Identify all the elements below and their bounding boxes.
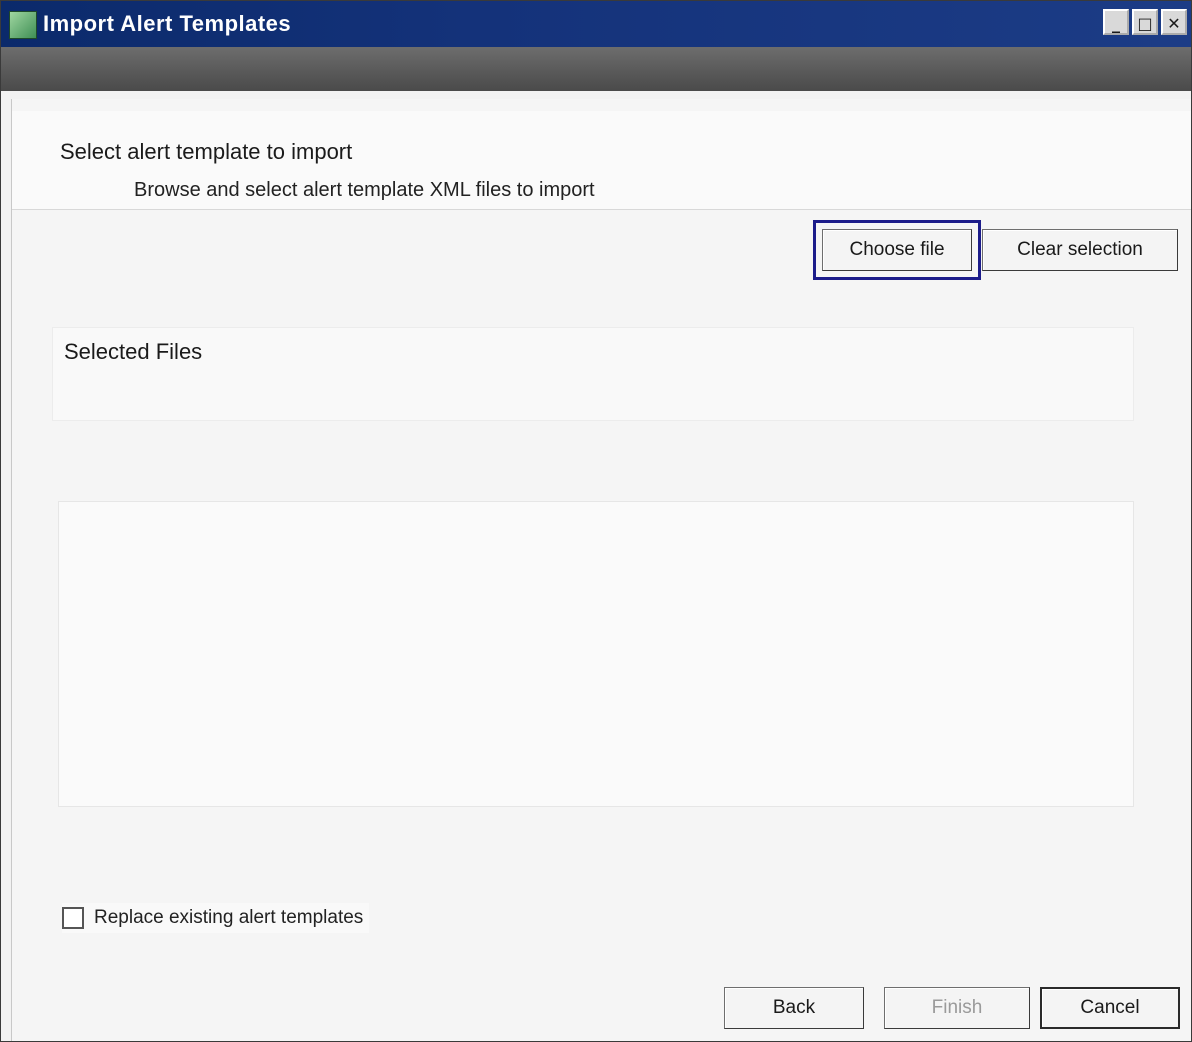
close-button[interactable]: ✕ — [1161, 9, 1187, 35]
title-bar: Import Alert Templates _ □ ✕ — [1, 1, 1191, 47]
replace-existing-checkbox[interactable] — [62, 907, 84, 929]
selected-files-panel — [52, 327, 1134, 421]
cancel-button[interactable]: Cancel — [1040, 987, 1180, 1029]
selected-files-label: Selected Files — [64, 339, 203, 364]
import-alert-templates-window: Import Alert Templates _ □ ✕ Select aler… — [0, 0, 1192, 1042]
replace-existing-label: Replace existing alert templates — [94, 907, 364, 928]
clear-selection-button[interactable]: Clear selection — [982, 229, 1178, 271]
selected-files-list[interactable] — [58, 501, 1134, 807]
window-title: Import Alert Templates — [43, 11, 292, 36]
maximize-button[interactable]: □ — [1132, 9, 1158, 35]
wizard-content: Select alert template to import Browse a… — [11, 99, 1191, 1041]
app-icon — [9, 11, 37, 39]
window-controls: _ □ ✕ — [1103, 9, 1187, 35]
back-button[interactable]: Back — [724, 987, 864, 1029]
step-heading: Select alert template to import — [60, 139, 353, 164]
step-header-panel: Select alert template to import Browse a… — [12, 111, 1191, 210]
minimize-button[interactable]: _ — [1103, 9, 1129, 35]
replace-existing-option[interactable]: Replace existing alert templates — [62, 903, 370, 933]
wizard-banner — [1, 47, 1191, 91]
step-subheading: Browse and select alert template XML fil… — [134, 179, 595, 201]
choose-file-button[interactable]: Choose file — [813, 220, 981, 280]
finish-button[interactable]: Finish — [884, 987, 1030, 1029]
